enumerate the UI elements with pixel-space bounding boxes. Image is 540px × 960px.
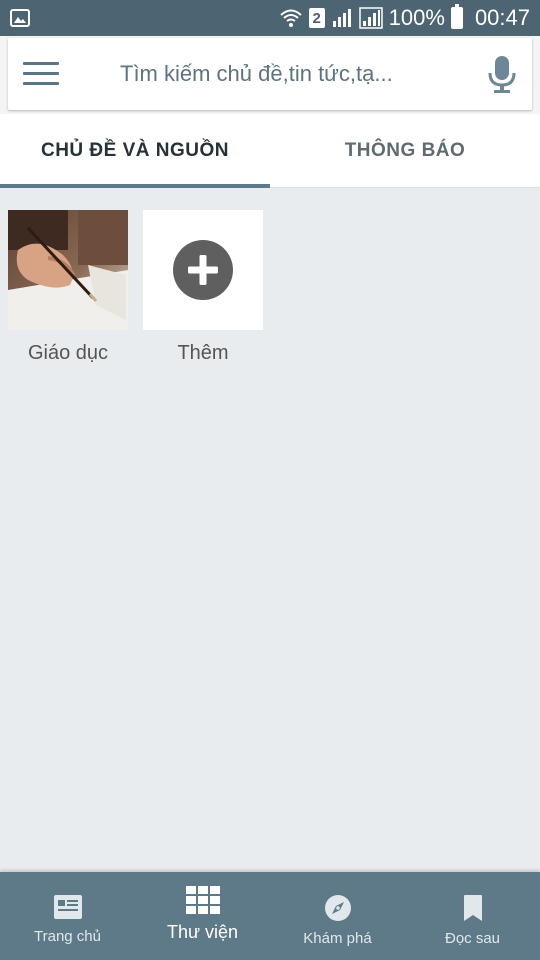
signal-icon — [332, 9, 351, 27]
signal-secondary-icon — [358, 7, 383, 29]
voice-search-button[interactable] — [472, 38, 532, 110]
add-thumbnail — [143, 210, 263, 330]
nav-home[interactable]: Trang chủ — [0, 872, 135, 960]
library-content: Giáo dục Thêm — [0, 188, 540, 872]
education-thumbnail — [8, 210, 128, 330]
add-topic-tile[interactable]: Thêm — [143, 210, 263, 365]
compass-icon — [324, 895, 351, 921]
tab-topics-sources[interactable]: CHỦ ĐỀ VÀ NGUỒN — [0, 114, 270, 188]
tile-label: Giáo dục — [27, 342, 109, 364]
wifi-icon — [279, 9, 302, 27]
nav-explore[interactable]: Khám phá — [270, 872, 405, 960]
hamburger-icon — [23, 62, 59, 86]
image-notification-icon — [10, 9, 30, 27]
sim-slot-badge: 2 — [308, 8, 325, 28]
tile-label: Thêm — [177, 342, 229, 364]
status-bar: 2 100% 00:47 — [0, 0, 540, 36]
nav-label: Trang chủ — [34, 928, 101, 945]
grid-icon — [185, 886, 220, 914]
menu-button[interactable] — [8, 38, 74, 110]
battery-percent: 100% — [388, 5, 445, 30]
writing-photo — [8, 210, 128, 330]
search-input[interactable] — [120, 61, 472, 87]
news-icon — [53, 895, 82, 919]
bookmark-icon — [463, 895, 482, 921]
nav-label: Khám phá — [303, 930, 372, 947]
microphone-icon — [488, 56, 516, 93]
tab-bar: CHỦ ĐỀ VÀ NGUỒN THÔNG BÁO — [0, 114, 540, 188]
nav-label: Đọc sau — [444, 930, 501, 947]
app-bar — [0, 36, 540, 114]
clock: 00:47 — [474, 5, 530, 30]
search-box — [8, 38, 532, 110]
add-circle-icon — [173, 240, 233, 300]
tab-notifications[interactable]: THÔNG BÁO — [270, 114, 540, 187]
topic-tile-education[interactable]: Giáo dục — [8, 210, 128, 365]
battery-icon — [450, 4, 463, 29]
bottom-navigation: Trang chủ Thư viện Khám phá Đọc sau — [0, 872, 540, 960]
nav-library[interactable]: Thư viện — [135, 872, 270, 960]
nav-read-later[interactable]: Đọc sau — [405, 872, 540, 960]
nav-label: Thư viện — [166, 922, 239, 942]
